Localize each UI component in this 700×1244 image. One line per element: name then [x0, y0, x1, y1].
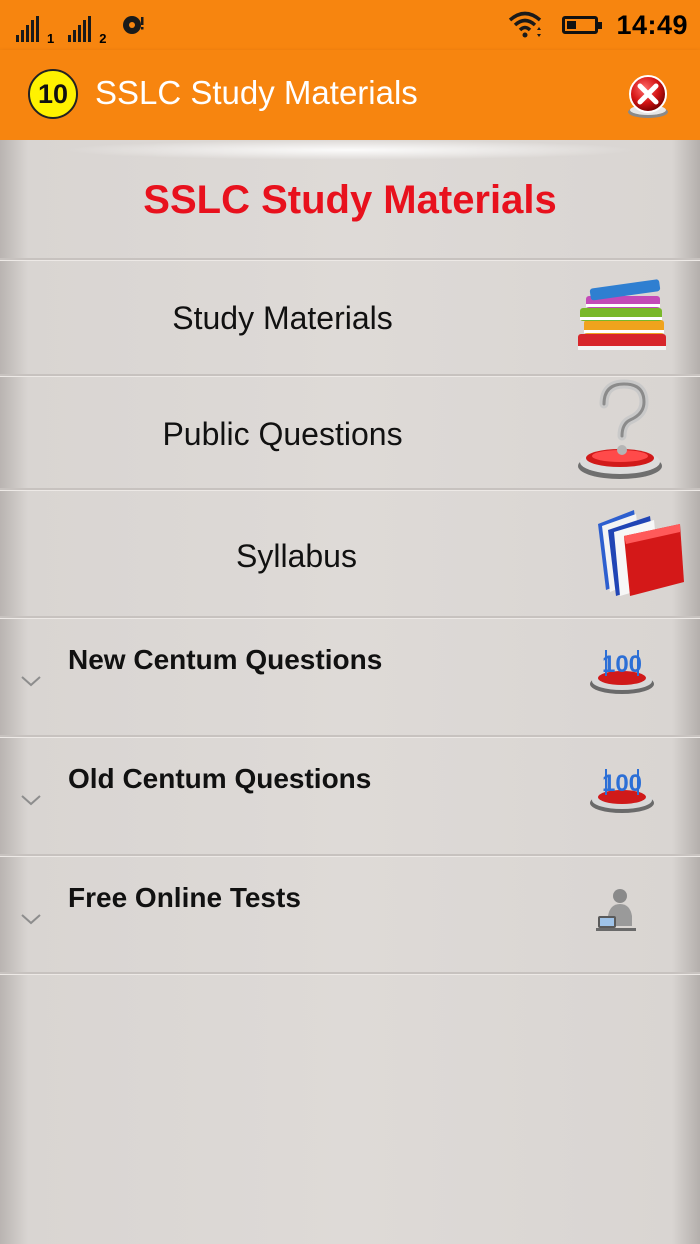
question-mark-icon: [578, 379, 662, 479]
chevron-down-icon[interactable]: [20, 793, 42, 807]
books-icon: [578, 279, 666, 350]
sim2-label: 2: [99, 31, 107, 46]
content-area: SSLC Study Materials Study Materials Pub…: [0, 140, 700, 1244]
sim1-label: 1: [47, 31, 55, 46]
online-test-person-icon: [596, 889, 636, 931]
top-glow: [60, 140, 640, 160]
group-label: Free Online Tests: [68, 882, 301, 913]
menu-item-syllabus[interactable]: Syllabus: [0, 490, 700, 616]
chevron-down-icon[interactable]: [20, 912, 42, 926]
app-bar: 10 SSLC Study Materials: [0, 50, 700, 140]
menu-item-label: Syllabus: [236, 538, 357, 574]
group-label: New Centum Questions: [68, 644, 383, 675]
close-icon[interactable]: [624, 72, 672, 120]
group-free-online-tests[interactable]: Free Online Tests: [0, 856, 700, 973]
centum-100-icon: 100: [590, 650, 654, 694]
wifi-icon: [509, 11, 542, 38]
menu-item-label: Public Questions: [162, 416, 403, 452]
group-new-centum-questions[interactable]: New Centum Questions 100: [0, 618, 700, 735]
svg-text:100: 100: [602, 770, 642, 797]
chevron-down-icon[interactable]: [20, 674, 42, 688]
menu-item-study-materials[interactable]: Study Materials: [0, 260, 700, 374]
app-logo: 10: [28, 69, 78, 119]
group-old-centum-questions[interactable]: Old Centum Questions 100: [0, 737, 700, 854]
status-bar: 1 2 14:49: [0, 0, 700, 50]
battery-icon: [562, 16, 603, 34]
signal-icon: [68, 16, 92, 42]
signal-icon: [16, 16, 39, 42]
svg-text:100: 100: [602, 651, 642, 678]
app-title: SSLC Study Materials: [95, 74, 418, 111]
page-heading: SSLC Study Materials: [143, 178, 557, 222]
battery-level: [567, 21, 577, 29]
menu-item-public-questions[interactable]: Public Questions: [0, 376, 700, 488]
menu-item-label: Study Materials: [172, 300, 393, 336]
divider: [0, 972, 700, 975]
group-label: Old Centum Questions: [68, 763, 372, 794]
sd-card-icon: [123, 16, 144, 34]
folders-icon: [598, 510, 684, 596]
centum-100-icon: 100: [590, 769, 654, 813]
clock: 14:49: [616, 9, 688, 40]
